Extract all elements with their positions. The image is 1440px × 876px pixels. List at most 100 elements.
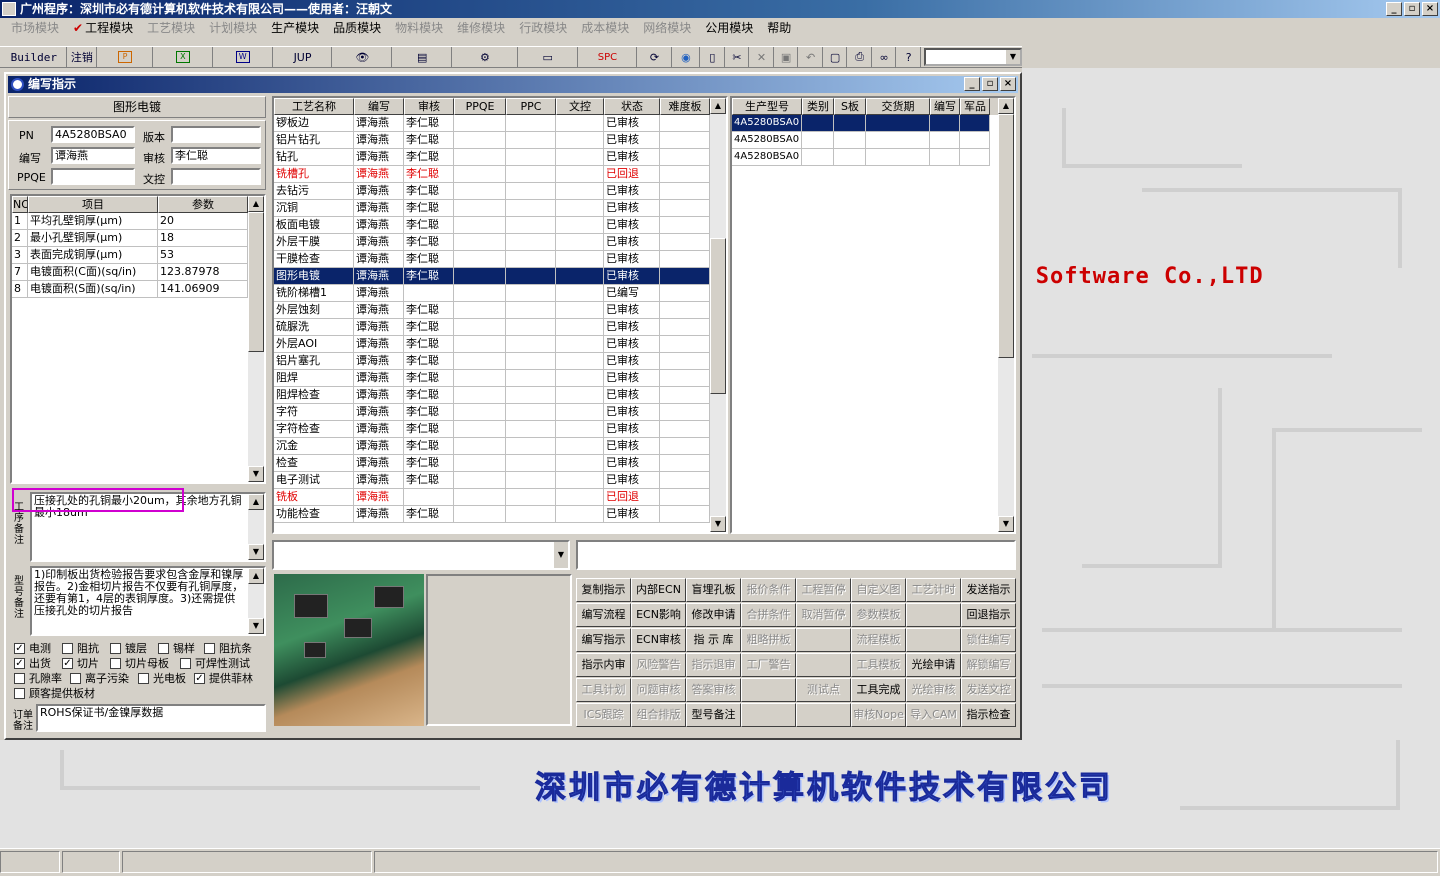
table-row[interactable]: 3 表面完成铜厚(μm) 53 (12, 247, 264, 264)
excel-button[interactable]: X (154, 47, 213, 67)
scroll-up-icon[interactable]: ▲ (998, 98, 1014, 114)
table-row[interactable]: 铣阶梯槽1 谭海燕 已编写 (274, 285, 726, 302)
checkbox-11[interactable]: 光电板 (138, 670, 186, 686)
menu-item-3[interactable]: 计划模块 (202, 19, 264, 37)
table-row[interactable]: 检查 谭海燕 李仁聪 已审核 (274, 455, 726, 472)
table-row[interactable]: 沉金 谭海燕 李仁聪 已审核 (274, 438, 726, 455)
instruction-text-field[interactable] (576, 540, 1016, 570)
action-button-0-2[interactable]: 盲埋孔板 (686, 578, 741, 602)
menu-item-0[interactable]: 市场模块 (4, 19, 66, 37)
scroll-up-icon[interactable]: ▲ (710, 98, 726, 114)
column-header[interactable]: 编写 (354, 98, 404, 115)
action-button-4-3[interactable] (741, 678, 796, 702)
checkbox-box[interactable] (180, 657, 191, 669)
scroll-down-icon[interactable]: ▼ (248, 466, 264, 482)
checkbox-box[interactable]: ✓ (194, 672, 205, 684)
column-header[interactable]: 军品 (960, 98, 990, 115)
scroll-up-icon[interactable]: ▲ (248, 494, 264, 510)
table-row[interactable]: 图形电镀 谭海燕 李仁聪 已审核 (274, 268, 726, 285)
action-button-2-7[interactable]: 锁住编写 (961, 628, 1016, 652)
process-grid-scrollbar[interactable]: ▲ ▼ (710, 98, 726, 532)
computer-button[interactable]: ▭ (519, 47, 578, 67)
action-button-2-2[interactable]: 指 示 库 (686, 628, 741, 652)
delete-button[interactable]: ✕ (750, 47, 774, 67)
checkbox-1[interactable]: 阻抗 (62, 640, 99, 656)
word-button[interactable]: W (214, 47, 273, 67)
action-button-2-6[interactable] (906, 628, 961, 652)
checkbox-8[interactable]: 可焊性测试 (180, 655, 250, 671)
table-row[interactable]: 1 平均孔壁铜厚(μm) 20 (12, 213, 264, 230)
action-button-1-5[interactable]: 参数模板 (851, 603, 906, 627)
menu-item-11[interactable]: 公用模块 (698, 19, 760, 37)
column-header[interactable]: 生产型号 (732, 98, 802, 115)
action-button-3-1[interactable]: 风险警告 (631, 653, 686, 677)
table-row[interactable]: 铝片塞孔 谭海燕 李仁聪 已审核 (274, 353, 726, 370)
action-button-4-5[interactable]: 工具完成 (851, 678, 906, 702)
action-button-2-5[interactable]: 流程模板 (851, 628, 906, 652)
powerpoint-button[interactable]: P (98, 47, 153, 67)
spc-button[interactable]: SPC (579, 47, 638, 67)
action-button-2-3[interactable]: 粗略拼板 (741, 628, 796, 652)
table-row[interactable]: 4A5280BSA0 (732, 115, 1014, 132)
order-note-memo[interactable]: ROHS保证书/金镍厚数据 (36, 704, 266, 732)
process-grid[interactable]: 工艺名称 编写 审核 PPQE PPC 文控 状态 难度板 锣板边 谭海燕 李仁聪 已审核 铝片钻孔谭… (272, 96, 728, 534)
action-button-3-7[interactable]: 解锁编写 (961, 653, 1016, 677)
column-header[interactable]: 审核 (404, 98, 454, 115)
table-row[interactable]: 沉铜 谭海燕 李仁聪 已审核 (274, 200, 726, 217)
cut-button[interactable]: ✂ (726, 47, 750, 67)
checkbox-3[interactable]: 锡样 (158, 640, 195, 656)
checkbox-7[interactable]: 切片母板 (110, 655, 169, 671)
network-button[interactable]: ⚙ (453, 47, 518, 67)
checkbox-5[interactable]: ✓ 出货 (14, 655, 51, 671)
action-button-2-0[interactable]: 编写指示 (576, 628, 631, 652)
action-button-4-0[interactable]: 工具计划 (576, 678, 631, 702)
action-button-5-1[interactable]: 组合排版 (631, 703, 686, 727)
column-header[interactable]: 编写 (930, 98, 960, 115)
save-button[interactable]: ▣ (775, 47, 799, 67)
table-row[interactable]: 4A5280BSA0 (732, 132, 1014, 149)
menu-item-9[interactable]: 成本模块 (574, 19, 636, 37)
close-button[interactable]: × (1422, 2, 1438, 16)
table-row[interactable]: 锣板边 谭海燕 李仁聪 已审核 (274, 115, 726, 132)
action-button-1-6[interactable] (906, 603, 961, 627)
reviewer-field[interactable]: 李仁聪 (171, 147, 261, 164)
action-button-3-5[interactable]: 工具模板 (851, 653, 906, 677)
model-grid[interactable]: 生产型号 类别 S板 交货期 编写 军品 4A5280BSA0 4A5280BSA0 4A52… (730, 96, 1016, 534)
checkbox-box[interactable] (70, 672, 81, 684)
scroll-up-icon[interactable]: ▲ (248, 196, 264, 212)
table-row[interactable]: 干膜检查 谭海燕 李仁聪 已审核 (274, 251, 726, 268)
column-header[interactable]: PPQE (454, 98, 506, 115)
menu-item-12[interactable]: 帮助 (760, 19, 798, 37)
action-button-4-4[interactable]: 测试点 (796, 678, 851, 702)
checkbox-13[interactable]: 顾客提供板材 (14, 685, 95, 701)
action-button-5-4[interactable] (796, 703, 851, 727)
action-button-3-6[interactable]: 光绘申请 (906, 653, 961, 677)
action-button-4-7[interactable]: 发送文控 (961, 678, 1016, 702)
table-row[interactable]: 功能检查 谭海燕 李仁聪 已审核 (274, 506, 726, 523)
checkbox-4[interactable]: 阻抗条 (204, 640, 252, 656)
minimize-button[interactable]: _ (1386, 2, 1402, 16)
builder-button[interactable]: Builder (2, 47, 67, 67)
checkbox-6[interactable]: ✓ 切片 (62, 655, 99, 671)
checkbox-box[interactable]: ✓ (14, 657, 25, 669)
action-button-3-0[interactable]: 指示内审 (576, 653, 631, 677)
jup-button[interactable]: JUP (274, 47, 333, 67)
ppqe-field[interactable] (51, 168, 135, 185)
action-button-2-1[interactable]: ECN审核 (631, 628, 686, 652)
view-button[interactable]: 👁 (333, 47, 393, 67)
help-button[interactable]: ? (897, 47, 921, 67)
table-row[interactable]: 4A5280BSA0 (732, 149, 1014, 166)
action-button-0-5[interactable]: 自定义图 (851, 578, 906, 602)
app-title-bar[interactable]: 广州程序：深圳市必有德计算机软件技术有限公司——使用者：汪朝文 _ ▫ × (0, 0, 1440, 18)
table-row[interactable]: 阻焊检查 谭海燕 李仁聪 已审核 (274, 387, 726, 404)
find-button[interactable]: ∞ (873, 47, 897, 67)
action-button-0-0[interactable]: 复制指示 (576, 578, 631, 602)
table-row[interactable]: 去钻污 谭海燕 李仁聪 已审核 (274, 183, 726, 200)
action-button-5-3[interactable] (741, 703, 796, 727)
table-row[interactable]: 8 电镀面积(S面)(sq/in) 141.06909 (12, 281, 264, 298)
action-button-5-5[interactable]: 审核Nope (851, 703, 906, 727)
column-header[interactable]: 状态 (604, 98, 660, 115)
table-row[interactable]: 钻孔 谭海燕 李仁聪 已审核 (274, 149, 726, 166)
action-button-3-4[interactable] (796, 653, 851, 677)
column-header[interactable]: 交货期 (866, 98, 930, 115)
